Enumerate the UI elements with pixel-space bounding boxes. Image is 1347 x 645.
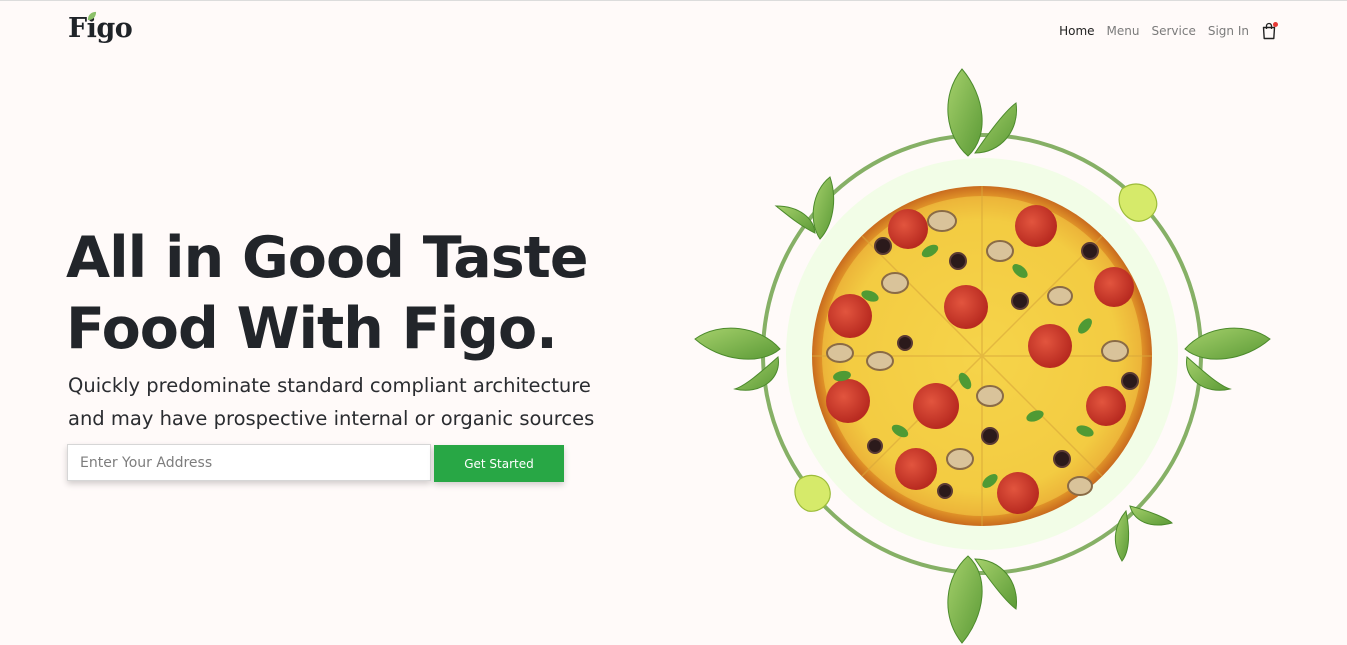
hero-subtitle: Quickly predominate standard compliant a…	[68, 369, 628, 435]
hero-title-line-2: Food With Figo.	[66, 296, 558, 362]
logo-text: Figo	[68, 13, 133, 44]
nav-sign-in[interactable]: Sign In	[1208, 24, 1249, 38]
get-started-button[interactable]: Get Started	[434, 445, 564, 482]
pizza-illustration	[694, 68, 1271, 644]
nav-service[interactable]: Service	[1152, 24, 1196, 38]
hero-title: All in Good Taste Food With Figo.	[66, 223, 626, 365]
main-nav: Home Menu Service Sign In	[1059, 22, 1278, 40]
nav-menu[interactable]: Menu	[1107, 24, 1140, 38]
nav-home[interactable]: Home	[1059, 24, 1094, 38]
logo[interactable]: Figo	[68, 11, 133, 44]
address-input[interactable]	[67, 444, 431, 481]
hero-subtitle-line-1: Quickly predominate standard compliant a…	[68, 374, 591, 397]
pizza-image	[812, 186, 1152, 526]
hero-title-line-1: All in Good Taste	[66, 225, 589, 291]
cart-badge	[1273, 22, 1278, 27]
landing-page: Figo Home Menu Service Sign In All in Go…	[0, 0, 1347, 645]
leaf-icon	[87, 11, 97, 21]
cart-button[interactable]	[1261, 22, 1278, 40]
hero-subtitle-line-2: and may have prospective internal or org…	[68, 407, 595, 430]
hero-illustration	[690, 61, 1280, 645]
